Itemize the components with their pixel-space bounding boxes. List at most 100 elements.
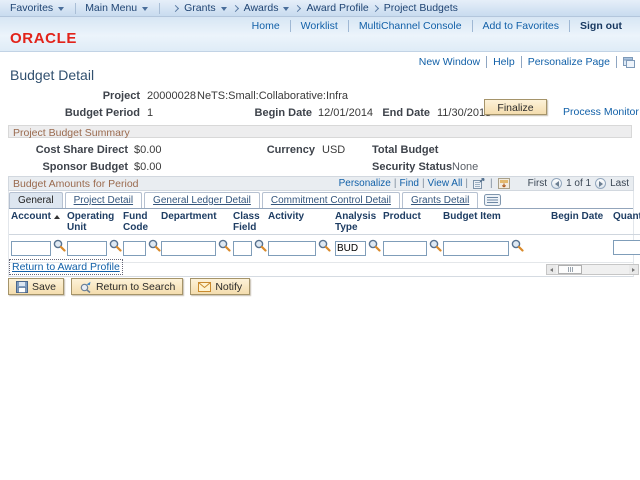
notify-button-label: Notify xyxy=(215,281,242,293)
sign-out-link[interactable]: Sign out xyxy=(570,20,632,32)
class-field-input[interactable] xyxy=(233,241,252,256)
personalize-link[interactable]: Personalize xyxy=(339,178,391,189)
dropdown-arrow-icon xyxy=(221,7,227,11)
tab-label: Project Detail xyxy=(74,195,133,206)
quantity-input[interactable] xyxy=(613,240,640,255)
project-description: NeTS:Small:Collaborative:Infra xyxy=(197,90,348,102)
personalize-page-link[interactable]: Personalize Page xyxy=(522,56,617,68)
column-header-budget-item[interactable]: Budget Item xyxy=(441,209,549,235)
horizontal-scrollbar[interactable] xyxy=(546,264,639,275)
column-header-account[interactable]: Account xyxy=(9,209,65,235)
breadcrumb-grants[interactable]: Grants xyxy=(169,2,229,14)
worklist-link[interactable]: Worklist xyxy=(291,20,349,32)
scroll-left-icon[interactable] xyxy=(547,265,556,274)
zoom-grid-popup-icon[interactable] xyxy=(473,178,485,189)
previous-row-icon[interactable] xyxy=(551,178,562,189)
tab-general-ledger-detail[interactable]: General Ledger Detail xyxy=(144,192,260,208)
chevron-right-icon xyxy=(294,4,301,11)
finalize-button[interactable]: Finalize xyxy=(484,99,547,115)
dropdown-arrow-icon xyxy=(58,7,64,11)
column-header-quantity[interactable]: Quantity xyxy=(611,209,640,235)
breadcrumb-main-menu[interactable]: Main Menu xyxy=(85,2,150,14)
pagination-position: 1 of 1 xyxy=(566,178,591,189)
column-label: Class Field xyxy=(233,211,260,233)
multichannel-console-link[interactable]: MultiChannel Console xyxy=(349,20,473,32)
tab-grants-detail[interactable]: Grants Detail xyxy=(402,192,478,208)
http-window-icon[interactable] xyxy=(623,57,635,68)
section-title: Project Budget Summary xyxy=(13,127,130,139)
department-input[interactable] xyxy=(161,241,216,256)
save-button[interactable]: Save xyxy=(8,278,64,295)
show-all-columns-icon[interactable] xyxy=(484,194,501,206)
column-header-begin-date[interactable]: Begin Date xyxy=(549,209,611,235)
budget-item-lookup-icon[interactable] xyxy=(511,239,524,257)
breadcrumb-label: Project Budgets xyxy=(384,2,458,14)
column-label: Operating Unit xyxy=(67,211,114,233)
find-link[interactable]: Find xyxy=(399,178,418,189)
column-header-operating-unit[interactable]: Operating Unit xyxy=(65,209,121,235)
return-to-search-icon xyxy=(79,281,92,293)
activity-lookup-icon[interactable] xyxy=(318,239,331,257)
new-window-link[interactable]: New Window xyxy=(413,56,487,68)
analysis-type-input[interactable] xyxy=(335,241,366,256)
breadcrumb-separator xyxy=(75,3,76,14)
class-field-lookup-icon[interactable] xyxy=(254,239,267,257)
tab-commitment-control-detail[interactable]: Commitment Control Detail xyxy=(262,192,400,208)
account-lookup-icon[interactable] xyxy=(53,239,66,257)
notify-button[interactable]: Notify xyxy=(190,278,250,295)
help-link[interactable]: Help xyxy=(487,56,522,68)
fund-code-lookup-icon[interactable] xyxy=(148,239,161,257)
next-row-icon[interactable] xyxy=(595,178,606,189)
department-lookup-icon[interactable] xyxy=(218,239,231,257)
account-input[interactable] xyxy=(11,241,51,256)
add-to-favorites-link[interactable]: Add to Favorites xyxy=(473,20,570,32)
pagination-last-link[interactable]: Last xyxy=(610,178,629,189)
analysis-type-lookup-icon[interactable] xyxy=(368,239,381,257)
project-budget-summary-header: Project Budget Summary xyxy=(8,125,632,138)
home-link[interactable]: Home xyxy=(242,20,291,32)
product-lookup-icon[interactable] xyxy=(429,239,442,257)
column-header-fund-code[interactable]: Fund Code xyxy=(121,209,159,235)
scrollbar-thumb[interactable] xyxy=(558,265,582,274)
breadcrumb-project-budgets[interactable]: Project Budgets xyxy=(369,2,458,14)
column-header-product[interactable]: Product xyxy=(381,209,441,235)
column-header-department[interactable]: Department xyxy=(159,209,231,235)
return-to-award-profile-link[interactable]: Return to Award Profile xyxy=(10,260,122,274)
operating-unit-lookup-icon[interactable] xyxy=(109,239,122,257)
download-to-excel-icon[interactable] xyxy=(498,178,510,189)
currency-label: Currency xyxy=(240,144,315,156)
breadcrumb-favorites[interactable]: Favorites xyxy=(10,2,66,14)
breadcrumb-label: Grants xyxy=(184,2,216,14)
operating-unit-input[interactable] xyxy=(67,241,107,256)
sponsor-budget-value: $0.00 xyxy=(134,161,162,173)
dropdown-arrow-icon xyxy=(283,7,289,11)
breadcrumb-separator xyxy=(159,3,160,14)
grid-pagination: First 1 of 1 Last xyxy=(528,178,629,189)
breadcrumb-awards[interactable]: Awards xyxy=(229,2,292,14)
activity-input[interactable] xyxy=(268,241,316,256)
view-all-link[interactable]: View All xyxy=(428,178,463,189)
chevron-right-icon xyxy=(172,4,179,11)
security-status-label: Security Status xyxy=(372,161,452,173)
toolbar-separator: | xyxy=(465,178,468,189)
process-monitor-link[interactable]: Process Monitor xyxy=(563,106,639,118)
breadcrumb-label: Favorites xyxy=(10,2,53,14)
fund-code-input[interactable] xyxy=(123,241,146,256)
tab-project-detail[interactable]: Project Detail xyxy=(65,192,142,208)
pagination-first-link[interactable]: First xyxy=(528,178,547,189)
return-to-search-button[interactable]: Return to Search xyxy=(71,278,183,295)
column-header-activity[interactable]: Activity xyxy=(266,209,333,235)
budget-period-label: Budget Period xyxy=(0,107,140,119)
grid-column-header-row: Account Operating Unit Fund Code Departm… xyxy=(9,209,640,235)
banner: Home Worklist MultiChannel Console Add t… xyxy=(0,17,640,52)
save-icon xyxy=(16,281,28,293)
budget-item-input[interactable] xyxy=(443,241,509,256)
tab-label: Grants Detail xyxy=(411,195,469,206)
scroll-right-icon[interactable] xyxy=(629,265,638,274)
column-header-analysis-type[interactable]: Analysis Type xyxy=(333,209,381,235)
product-input[interactable] xyxy=(383,241,427,256)
column-header-class-field[interactable]: Class Field xyxy=(231,209,266,235)
tab-general[interactable]: General xyxy=(9,192,63,208)
breadcrumb-award-profile[interactable]: Award Profile xyxy=(291,2,368,14)
grid-title: Budget Amounts for Period xyxy=(13,178,139,190)
